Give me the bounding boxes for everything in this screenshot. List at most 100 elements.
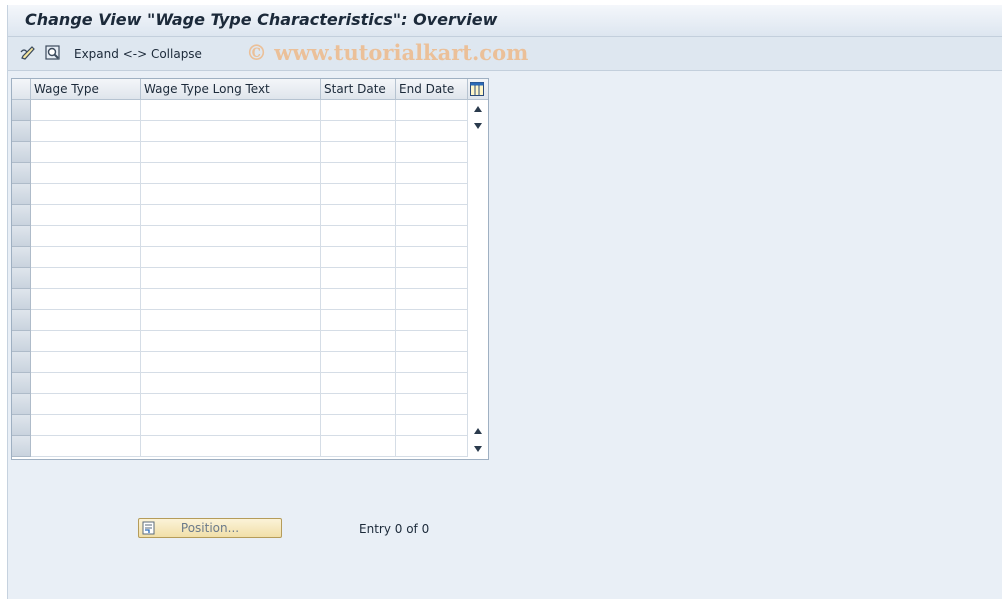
table-row[interactable] [31,205,468,226]
end-date-cell[interactable] [396,121,468,141]
wage-type-cell[interactable] [31,415,141,435]
start-date-cell[interactable] [321,226,396,246]
long-text-cell[interactable] [141,226,321,246]
start-date-cell[interactable] [321,352,396,372]
wage-type-cell[interactable] [31,436,141,456]
end-date-cell[interactable] [396,373,468,393]
end-date-cell[interactable] [396,394,468,414]
end-date-cell[interactable] [396,205,468,225]
row-selector[interactable] [12,415,31,436]
table-row[interactable] [31,163,468,184]
start-date-cell[interactable] [321,436,396,456]
column-header-end-date[interactable]: End Date [396,79,468,100]
start-date-cell[interactable] [321,100,396,120]
long-text-cell[interactable] [141,142,321,162]
start-date-cell[interactable] [321,394,396,414]
row-selector[interactable] [12,352,31,373]
table-row[interactable] [31,394,468,415]
wage-type-cell[interactable] [31,226,141,246]
long-text-cell[interactable] [141,415,321,435]
expand-collapse-button[interactable]: Expand <-> Collapse [74,47,202,61]
start-date-cell[interactable] [321,247,396,267]
start-date-cell[interactable] [321,268,396,288]
start-date-cell[interactable] [321,163,396,183]
column-header-start-date[interactable]: Start Date [321,79,396,100]
long-text-cell[interactable] [141,121,321,141]
long-text-cell[interactable] [141,373,321,393]
end-date-cell[interactable] [396,247,468,267]
long-text-cell[interactable] [141,310,321,330]
long-text-cell[interactable] [141,394,321,414]
scroll-down-icon[interactable] [474,123,482,129]
long-text-cell[interactable] [141,436,321,456]
row-selector[interactable] [12,163,31,184]
table-row[interactable] [31,415,468,436]
wage-type-cell[interactable] [31,331,141,351]
table-row[interactable] [31,247,468,268]
row-selector[interactable] [12,121,31,142]
end-date-cell[interactable] [396,163,468,183]
table-row[interactable] [31,331,468,352]
end-date-cell[interactable] [396,142,468,162]
end-date-cell[interactable] [396,268,468,288]
row-selector[interactable] [12,331,31,352]
start-date-cell[interactable] [321,121,396,141]
long-text-cell[interactable] [141,331,321,351]
scroll-page-down-icon[interactable] [474,446,482,452]
end-date-cell[interactable] [396,331,468,351]
long-text-cell[interactable] [141,352,321,372]
start-date-cell[interactable] [321,373,396,393]
table-row[interactable] [31,268,468,289]
wage-type-cell[interactable] [31,289,141,309]
vertical-scrollbar[interactable] [468,100,488,459]
table-settings-icon[interactable] [470,82,484,96]
end-date-cell[interactable] [396,310,468,330]
table-row[interactable] [31,436,468,457]
column-header-wage-type[interactable]: Wage Type [31,79,141,100]
wage-type-cell[interactable] [31,205,141,225]
position-button[interactable]: Position... [138,518,282,538]
wage-type-cell[interactable] [31,310,141,330]
start-date-cell[interactable] [321,205,396,225]
scroll-up-icon[interactable] [474,106,482,112]
row-selector[interactable] [12,142,31,163]
long-text-cell[interactable] [141,184,321,204]
table-row[interactable] [31,352,468,373]
table-row[interactable] [31,289,468,310]
wage-type-cell[interactable] [31,394,141,414]
row-selector[interactable] [12,205,31,226]
row-selector[interactable] [12,436,31,457]
end-date-cell[interactable] [396,100,468,120]
row-selector[interactable] [12,268,31,289]
end-date-cell[interactable] [396,289,468,309]
table-row[interactable] [31,142,468,163]
scroll-page-up-icon[interactable] [474,428,482,434]
long-text-cell[interactable] [141,268,321,288]
long-text-cell[interactable] [141,100,321,120]
table-row[interactable] [31,226,468,247]
table-row[interactable] [31,121,468,142]
table-row[interactable] [31,373,468,394]
column-header-long-text[interactable]: Wage Type Long Text [141,79,321,100]
start-date-cell[interactable] [321,289,396,309]
end-date-cell[interactable] [396,436,468,456]
wage-type-cell[interactable] [31,142,141,162]
wage-type-cell[interactable] [31,121,141,141]
wage-type-cell[interactable] [31,100,141,120]
wage-type-cell[interactable] [31,184,141,204]
end-date-cell[interactable] [396,226,468,246]
long-text-cell[interactable] [141,205,321,225]
row-selector[interactable] [12,184,31,205]
start-date-cell[interactable] [321,415,396,435]
row-selector[interactable] [12,226,31,247]
row-selector[interactable] [12,289,31,310]
wage-type-cell[interactable] [31,352,141,372]
wage-type-cell[interactable] [31,247,141,267]
row-selector[interactable] [12,100,31,121]
details-icon[interactable] [44,44,62,62]
start-date-cell[interactable] [321,310,396,330]
row-selector[interactable] [12,310,31,331]
table-row[interactable] [31,184,468,205]
wage-type-cell[interactable] [31,163,141,183]
end-date-cell[interactable] [396,184,468,204]
